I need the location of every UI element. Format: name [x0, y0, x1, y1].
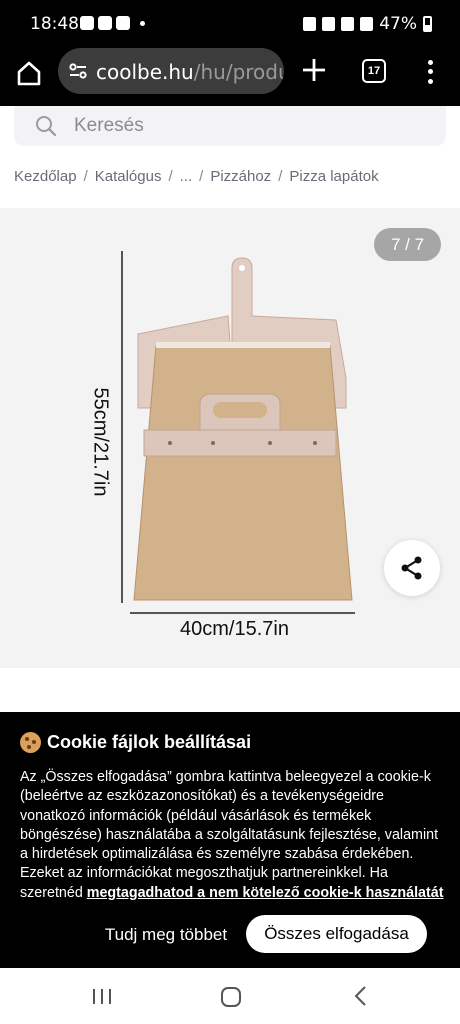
- browser-toolbar: coolbe.hu/hu/produ 17: [0, 48, 460, 106]
- system-status: 47%: [303, 14, 432, 34]
- home-icon: [17, 61, 41, 86]
- breadcrumb-item-home[interactable]: Kezdőlap: [14, 168, 77, 185]
- share-button[interactable]: [384, 540, 440, 596]
- breadcrumb-item-pizza-peels[interactable]: Pizza lapátok: [289, 168, 378, 185]
- plus-icon: [303, 59, 325, 81]
- search-input[interactable]: Keresés: [14, 106, 446, 146]
- breadcrumb-separator: /: [168, 168, 173, 185]
- search-placeholder: Keresés: [74, 115, 144, 136]
- menu-dot-icon: [427, 60, 433, 66]
- breadcrumb-item-catalog[interactable]: Katalógus: [95, 168, 162, 185]
- youtube-notification-icon-2: [116, 16, 130, 30]
- accept-all-button[interactable]: Összes elfogadása: [246, 915, 427, 953]
- image-counter: 7 / 7: [374, 228, 441, 261]
- breadcrumb: Kezdőlap / Katalógus /... / Pizzához / Pizza la…: [14, 168, 379, 185]
- cookie-decline-link[interactable]: megtagadhatod a nem kötelező cookie-k ha…: [87, 885, 444, 901]
- breadcrumb-separator: /: [278, 168, 283, 185]
- url-path: /hu/produ: [193, 60, 284, 84]
- new-tab-button[interactable]: [300, 56, 328, 84]
- product-image: [121, 251, 355, 614]
- address-bar[interactable]: coolbe.hu/hu/produ: [58, 48, 284, 94]
- cookie-title-text: Cookie fájlok beállításai: [47, 732, 252, 752]
- home-nav-button[interactable]: [218, 984, 244, 1010]
- battery-saver-icon: [303, 17, 317, 31]
- cookie-description: Az „Összes elfogadása” gombra kattintva …: [20, 768, 448, 903]
- share-icon: [401, 556, 422, 580]
- cookie-icon: [20, 732, 41, 753]
- width-dimension-label: 40cm/15.7in: [180, 618, 289, 640]
- height-dimension-label: 55cm/21.7in: [89, 387, 112, 497]
- notification-icons: [80, 16, 145, 30]
- shopping-bag-notification-icon: [98, 16, 112, 30]
- status-bar: 18:48 47%: [0, 0, 460, 48]
- web-page: Keresés Kezdőlap / Katalógus /... / Pizzához /…: [0, 106, 460, 968]
- tab-switcher-button[interactable]: 17: [362, 59, 386, 83]
- menu-dot-icon: [427, 69, 433, 75]
- menu-dot-icon: [427, 78, 433, 84]
- url-host: coolbe.hu: [96, 60, 194, 84]
- battery-icon: [423, 16, 432, 32]
- site-settings-icon[interactable]: [68, 61, 88, 81]
- wifi-icon: [341, 17, 355, 31]
- url-text: coolbe.hu/hu/produ: [96, 60, 284, 84]
- breadcrumb-separator: /: [199, 168, 204, 185]
- home-button[interactable]: [14, 58, 44, 88]
- cookie-title: Cookie fájlok beállításai: [20, 732, 251, 753]
- more-notifications-icon: [140, 20, 145, 26]
- browser-menu-button[interactable]: [424, 58, 436, 86]
- breadcrumb-item-ellipsis[interactable]: ...: [180, 168, 193, 185]
- youtube-notification-icon: [80, 16, 94, 30]
- recent-apps-button[interactable]: [90, 984, 114, 1008]
- system-navigation-bar: [0, 968, 460, 1024]
- cookie-body-text: Az „Összes elfogadása” gombra kattintva …: [20, 769, 439, 901]
- breadcrumb-item-pizza[interactable]: Pizzához: [210, 168, 271, 185]
- status-time: 18:48: [30, 14, 79, 34]
- cookie-banner: Cookie fájlok beállításai Az „Összes elf…: [0, 712, 460, 968]
- search-icon: [36, 116, 57, 137]
- product-image-gallery[interactable]: 55cm/21.7in 40cm/15.7in 7 / 7: [0, 208, 460, 668]
- learn-more-button[interactable]: Tudj meg többet: [96, 916, 236, 954]
- alarm-icon: [322, 17, 336, 31]
- battery-percent: 47%: [379, 14, 417, 34]
- signal-icon: [360, 17, 374, 31]
- breadcrumb-separator: /: [83, 168, 88, 185]
- back-button[interactable]: [350, 984, 374, 1008]
